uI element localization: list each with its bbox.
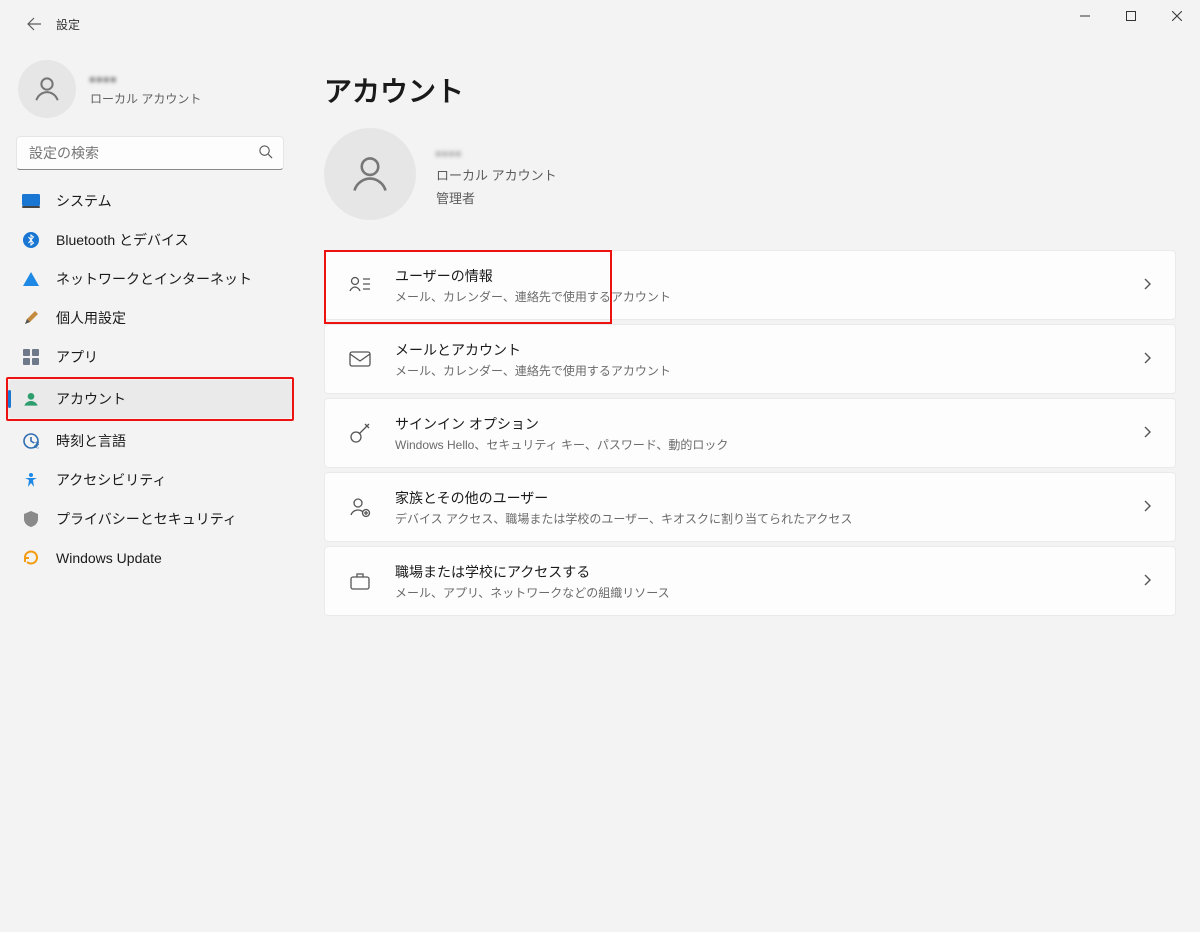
card-title: サインイン オプション: [395, 414, 1141, 434]
sidebar-user-name: ▪▪▪▪: [90, 71, 201, 87]
chevron-right-icon: [1141, 351, 1153, 367]
sidebar-item-network[interactable]: ネットワークとインターネット: [8, 260, 292, 298]
chevron-right-icon: [1141, 499, 1153, 515]
sidebar-user[interactable]: ▪▪▪▪ ローカル アカウント: [8, 58, 292, 132]
sidebar-item-accounts[interactable]: アカウント: [8, 380, 292, 418]
window-controls: [1062, 0, 1200, 32]
sidebar: ▪▪▪▪ ローカル アカウント システム: [0, 48, 300, 932]
sidebar-user-sub: ローカル アカウント: [90, 90, 201, 107]
sidebar-item-time-language[interactable]: あ 時刻と言語: [8, 422, 292, 460]
account-user-name: ▪▪▪▪: [436, 146, 557, 161]
chevron-right-icon: [1141, 425, 1153, 441]
sidebar-item-privacy[interactable]: プライバシーとセキュリティ: [8, 500, 292, 538]
card-sub: メール、アプリ、ネットワークなどの組織リソース: [395, 584, 1141, 601]
account-user-role: 管理者: [436, 188, 557, 207]
titlebar: 設定: [0, 0, 1200, 48]
card-sub: Windows Hello、セキュリティ キー、パスワード、動的ロック: [395, 436, 1141, 453]
avatar: [18, 60, 76, 118]
window-title: 設定: [56, 16, 80, 33]
apps-icon: [22, 348, 40, 366]
card-sub: デバイス アクセス、職場または学校のユーザー、キオスクに割り当てられたアクセス: [395, 510, 1141, 527]
key-icon: [347, 422, 373, 444]
avatar: [324, 128, 416, 220]
chevron-right-icon: [1141, 573, 1153, 589]
brush-icon: [22, 309, 40, 327]
close-button[interactable]: [1154, 0, 1200, 32]
card-title: ユーザーの情報: [395, 266, 1141, 286]
card-user-info[interactable]: ユーザーの情報 メール、カレンダー、連絡先で使用するアカウント: [324, 250, 1176, 320]
card-family-other-users[interactable]: 家族とその他のユーザー デバイス アクセス、職場または学校のユーザー、キオスクに…: [324, 472, 1176, 542]
back-button[interactable]: [14, 4, 54, 44]
sidebar-item-personalization[interactable]: 個人用設定: [8, 299, 292, 337]
chevron-right-icon: [1141, 277, 1153, 293]
mail-icon: [347, 351, 373, 367]
search-input[interactable]: [17, 145, 283, 161]
sidebar-item-system[interactable]: システム: [8, 182, 292, 220]
sidebar-nav: システム Bluetooth とデバイス ネットワークとインターネット 個人用設…: [8, 182, 292, 577]
sidebar-item-bluetooth[interactable]: Bluetooth とデバイス: [8, 221, 292, 259]
card-signin-options[interactable]: サインイン オプション Windows Hello、セキュリティ キー、パスワー…: [324, 398, 1176, 468]
privacy-icon: [22, 510, 40, 528]
accessibility-icon: [22, 471, 40, 489]
card-title: 職場または学校にアクセスする: [395, 562, 1141, 582]
svg-text:あ: あ: [33, 441, 39, 449]
main-pane: アカウント ▪▪▪▪ ローカル アカウント 管理者 ユー: [300, 48, 1200, 932]
sidebar-item-windows-update[interactable]: Windows Update: [8, 539, 292, 577]
windows-update-icon: [22, 549, 40, 567]
search-box[interactable]: [16, 136, 284, 170]
search-icon: [258, 144, 273, 162]
family-icon: [347, 496, 373, 518]
briefcase-icon: [347, 571, 373, 591]
sidebar-item-apps[interactable]: アプリ: [8, 338, 292, 376]
sidebar-item-accessibility[interactable]: アクセシビリティ: [8, 461, 292, 499]
card-title: 家族とその他のユーザー: [395, 488, 1141, 508]
time-language-icon: あ: [22, 432, 40, 450]
account-user-type: ローカル アカウント: [436, 165, 557, 184]
card-sub: メール、カレンダー、連絡先で使用するアカウント: [395, 288, 1141, 305]
bluetooth-icon: [22, 231, 40, 249]
card-sub: メール、カレンダー、連絡先で使用するアカウント: [395, 362, 1141, 379]
page-title: アカウント: [324, 70, 1176, 110]
account-header: ▪▪▪▪ ローカル アカウント 管理者: [324, 128, 1176, 220]
network-icon: [22, 270, 40, 288]
card-email-accounts[interactable]: メールとアカウント メール、カレンダー、連絡先で使用するアカウント: [324, 324, 1176, 394]
user-info-icon: [347, 275, 373, 295]
card-title: メールとアカウント: [395, 340, 1141, 360]
maximize-button[interactable]: [1108, 0, 1154, 32]
system-icon: [22, 192, 40, 210]
minimize-button[interactable]: [1062, 0, 1108, 32]
card-work-school-access[interactable]: 職場または学校にアクセスする メール、アプリ、ネットワークなどの組織リソース: [324, 546, 1176, 616]
sidebar-item-accounts-highlight: アカウント: [6, 377, 294, 421]
accounts-icon: [22, 390, 40, 408]
